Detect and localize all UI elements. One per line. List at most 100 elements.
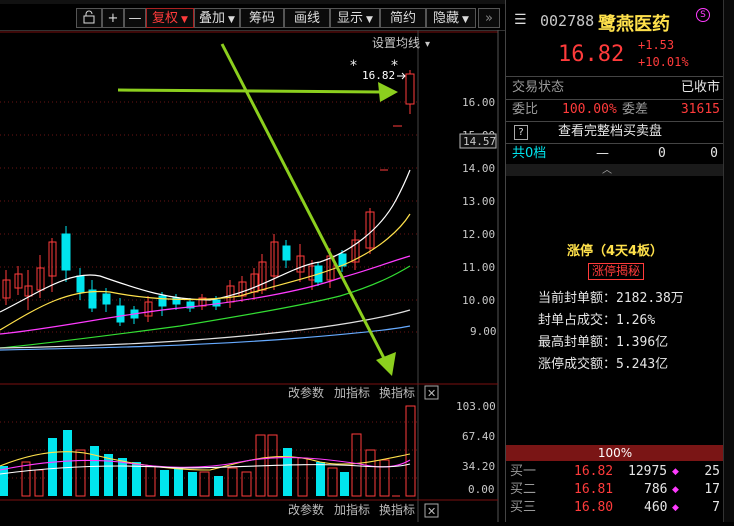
chevron-down-icon: ▼	[366, 15, 373, 25]
info-icon[interactable]: S	[696, 8, 710, 22]
menu-icon[interactable]: ☰	[514, 12, 527, 28]
volume-y-tick: 0.00	[468, 483, 495, 496]
star-mark: *	[350, 58, 357, 74]
limit-up-title: 涨停（4天4板）	[566, 244, 664, 259]
bid-count: 17	[704, 482, 720, 497]
chips-button[interactable]: 筹码	[240, 8, 284, 28]
chart-toolbar: + — 复权 ▼ 叠加 ▼ 筹码 画线 显示 ▼ 简约 隐藏 ▼ »	[0, 0, 505, 31]
ma-settings-label[interactable]: 设置均线	[372, 36, 420, 50]
draw-line-label: 画线	[293, 11, 320, 26]
y-tick-label: 13.00	[462, 195, 495, 208]
bid-row-1[interactable]: 买一 16.82 12975 ◆ 25	[506, 462, 724, 482]
swap-indicator-button[interactable]: 换指标	[379, 502, 415, 517]
display-label: 显示	[337, 11, 364, 26]
annotation-arrows	[117, 43, 398, 376]
collapse-bar[interactable]: ︿	[506, 164, 724, 176]
close-icon: ✕	[427, 505, 436, 518]
chevron-up-icon: ︿	[602, 165, 612, 176]
bid-row-3[interactable]: 买三 16.80 460 ◆ 7	[506, 498, 724, 518]
bid-price: 16.80	[574, 500, 614, 515]
full-book-link[interactable]: 查看完整档买卖盘	[558, 122, 662, 142]
edit-params-button[interactable]: 改参数	[288, 502, 324, 517]
zoom-in-icon: +	[107, 11, 119, 26]
simple-button[interactable]: 简约	[380, 8, 426, 28]
bid-volume: 786	[644, 482, 668, 497]
y-tick-label: 12.00	[462, 228, 495, 241]
y-tick-label: 9.00	[470, 325, 497, 338]
price-change-pct: +10.01%	[638, 55, 689, 69]
trade-status-value: 已收市	[680, 80, 720, 95]
stat-row: 封单占成交：1.26%	[538, 313, 656, 328]
price-change: +1.53	[638, 38, 675, 52]
lock-icon	[82, 10, 96, 26]
add-indicator-button[interactable]: 加指标	[334, 385, 370, 400]
current-price-tag-text: 14.57	[463, 135, 496, 148]
bid-ratio-bar: 100%	[506, 445, 724, 461]
hide-dropdown[interactable]: 隐藏 ▼	[426, 8, 476, 28]
stat-row: 当前封单额：2182.38万	[538, 291, 684, 306]
fuquan-dropdown[interactable]: 复权 ▼	[146, 8, 194, 28]
help-icon: ?	[514, 125, 528, 140]
weibi-label: 委比	[512, 102, 539, 117]
bid-price: 16.81	[574, 482, 614, 497]
kline-chart-area[interactable]: 16.00 15.00 14.00 13.00 12.00 11.00 10.0…	[0, 30, 500, 522]
zoom-in-button[interactable]: +	[102, 8, 124, 28]
more-icon: »	[485, 11, 493, 26]
bid-label: 买三	[510, 500, 537, 515]
volume-y-tick: 67.40	[462, 430, 495, 443]
zoom-out-button[interactable]: —	[124, 8, 146, 28]
gongdang-row: 共0档 — 0 0	[506, 144, 724, 164]
close-icon: ✕	[427, 387, 436, 400]
last-price: 16.82	[558, 42, 625, 67]
bid-count: 25	[704, 464, 720, 479]
volume-y-tick: 34.20	[462, 460, 495, 473]
gongdang-value-2: 0	[710, 146, 718, 161]
diamond-icon: ◆	[672, 467, 679, 477]
full-book-row[interactable]: ? 查看完整档买卖盘	[506, 122, 724, 142]
simple-label: 简约	[389, 11, 416, 26]
volume-y-tick: 103.00	[456, 400, 496, 413]
side-tab-strip[interactable]	[723, 0, 734, 522]
y-tick-label: 10.00	[462, 294, 495, 307]
chevron-down-icon: ▼	[181, 15, 188, 25]
overlay-dropdown[interactable]: 叠加 ▼	[194, 8, 240, 28]
bid-volume: 12975	[628, 464, 668, 479]
chevron-down-icon[interactable]: ▾	[425, 39, 430, 50]
quote-panel: ☰ 002788 鹭燕医药 S 16.82 +1.53 +10.01% 交易状态…	[505, 0, 724, 522]
swap-indicator-button[interactable]: 换指标	[379, 385, 415, 400]
bid-row-2[interactable]: 买二 16.81 786 ◆ 17	[506, 480, 724, 500]
chevron-down-icon: ▼	[228, 15, 235, 25]
chips-label: 筹码	[248, 11, 275, 26]
limit-stats: 当前封单额：2182.38万 封单占成交：1.26% 最高封单额：1.396亿 …	[538, 288, 684, 376]
edit-params-button[interactable]: 改参数	[288, 385, 324, 400]
chevron-down-icon: ▼	[462, 15, 469, 25]
add-indicator-button[interactable]: 加指标	[334, 502, 370, 517]
gongdang-label: 共0档	[512, 146, 547, 161]
trade-status-label: 交易状态	[512, 80, 565, 95]
lock-button[interactable]	[76, 8, 102, 28]
bid-label: 买二	[510, 482, 537, 497]
fuquan-label: 复权	[152, 11, 179, 26]
bid-volume: 460	[644, 500, 668, 515]
bid-label: 买一	[510, 464, 537, 479]
weibi-row: 委比 100.00% 委差 31615	[506, 100, 724, 120]
y-tick-label: 14.00	[462, 162, 495, 175]
weicha-value: 31615	[680, 102, 720, 117]
limit-up-reveal-tag[interactable]: 涨停揭秘	[588, 263, 645, 280]
toolbar-top-strip	[0, 0, 505, 4]
high-price-marker: 16.82	[362, 69, 395, 82]
stat-row: 最高封单额：1.396亿	[538, 335, 669, 350]
overlay-label: 叠加	[199, 11, 226, 26]
draw-line-button[interactable]: 画线	[284, 8, 330, 28]
display-dropdown[interactable]: 显示 ▼	[330, 8, 380, 28]
arrow-right-icon	[397, 72, 406, 80]
trade-status-row: 交易状态 已收市	[506, 78, 724, 98]
volume-bars	[0, 405, 416, 497]
diamond-icon: ◆	[672, 485, 679, 495]
stat-row: 涨停成交额：5.243亿	[538, 357, 669, 372]
stock-code: 002788	[540, 12, 595, 30]
stock-name: 鹭燕医药	[598, 14, 670, 35]
y-tick-label: 16.00	[462, 96, 495, 109]
more-button[interactable]: »	[478, 8, 500, 28]
bid-price: 16.82	[574, 464, 614, 479]
